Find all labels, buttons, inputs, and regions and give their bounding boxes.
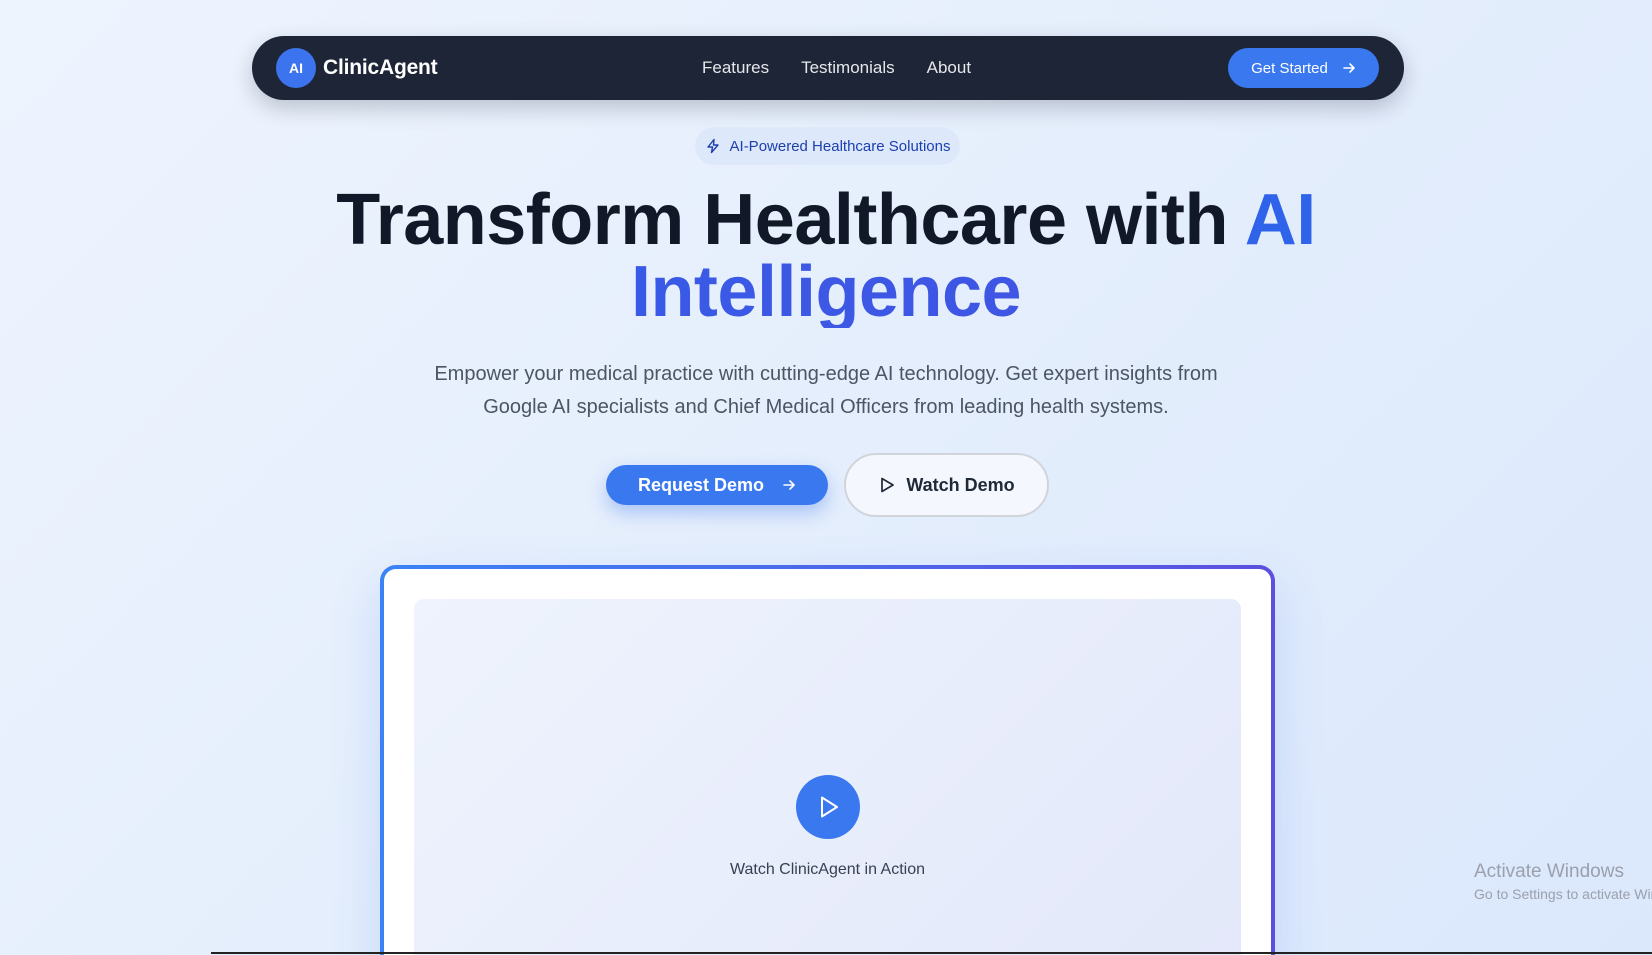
- watermark-subtitle: Go to Settings to activate Windows.: [1474, 886, 1652, 902]
- video-card-inner: Watch ClinicAgent in Action: [384, 569, 1271, 955]
- navbar: AI ClinicAgent Features Testimonials Abo…: [252, 36, 1404, 100]
- watch-demo-label: Watch Demo: [906, 474, 1015, 495]
- activate-windows-watermark: Activate Windows Go to Settings to activ…: [1474, 861, 1652, 902]
- brand-name[interactable]: ClinicAgent: [323, 56, 438, 80]
- nav-link-testimonials[interactable]: Testimonials: [801, 58, 895, 78]
- request-demo-label: Request Demo: [637, 474, 765, 495]
- get-started-button[interactable]: Get Started: [1228, 48, 1379, 88]
- play-icon: [881, 477, 895, 493]
- watch-demo-button[interactable]: Watch Demo: [844, 453, 1049, 517]
- video-caption: Watch ClinicAgent in Action: [729, 861, 926, 878]
- badge-label: AI-Powered Healthcare Solutions: [729, 137, 951, 155]
- logo-badge[interactable]: AI: [276, 48, 316, 88]
- video-play-button[interactable]: [796, 775, 860, 839]
- request-demo-button[interactable]: Request Demo: [606, 465, 828, 505]
- nav-links: Features Testimonials About: [702, 58, 971, 78]
- nav-link-features[interactable]: Features: [702, 58, 769, 78]
- nav-link-about[interactable]: About: [927, 58, 971, 78]
- headline-part1: Transform Healthcare with: [336, 180, 1245, 260]
- hero-headline: Transform Healthcare with AI Intelligenc…: [0, 184, 1652, 328]
- play-icon: [821, 796, 838, 818]
- get-started-label: Get Started: [1251, 59, 1328, 77]
- demo-video-card: Watch ClinicAgent in Action: [380, 565, 1275, 955]
- watermark-title: Activate Windows: [1474, 861, 1624, 882]
- headline-accent-intelligence: Intelligence: [0, 256, 1652, 328]
- hero-subtext: Empower your medical practice with cutti…: [434, 363, 1218, 418]
- bottom-divider: [211, 952, 1652, 954]
- headline-accent-ai: AI: [1244, 180, 1317, 260]
- feature-badge: AI-Powered Healthcare Solutions: [695, 127, 960, 165]
- arrow-right-icon: [783, 480, 795, 490]
- arrow-right-icon: [1343, 63, 1355, 73]
- lightning-icon: [706, 138, 719, 154]
- video-screen[interactable]: Watch ClinicAgent in Action: [414, 599, 1241, 955]
